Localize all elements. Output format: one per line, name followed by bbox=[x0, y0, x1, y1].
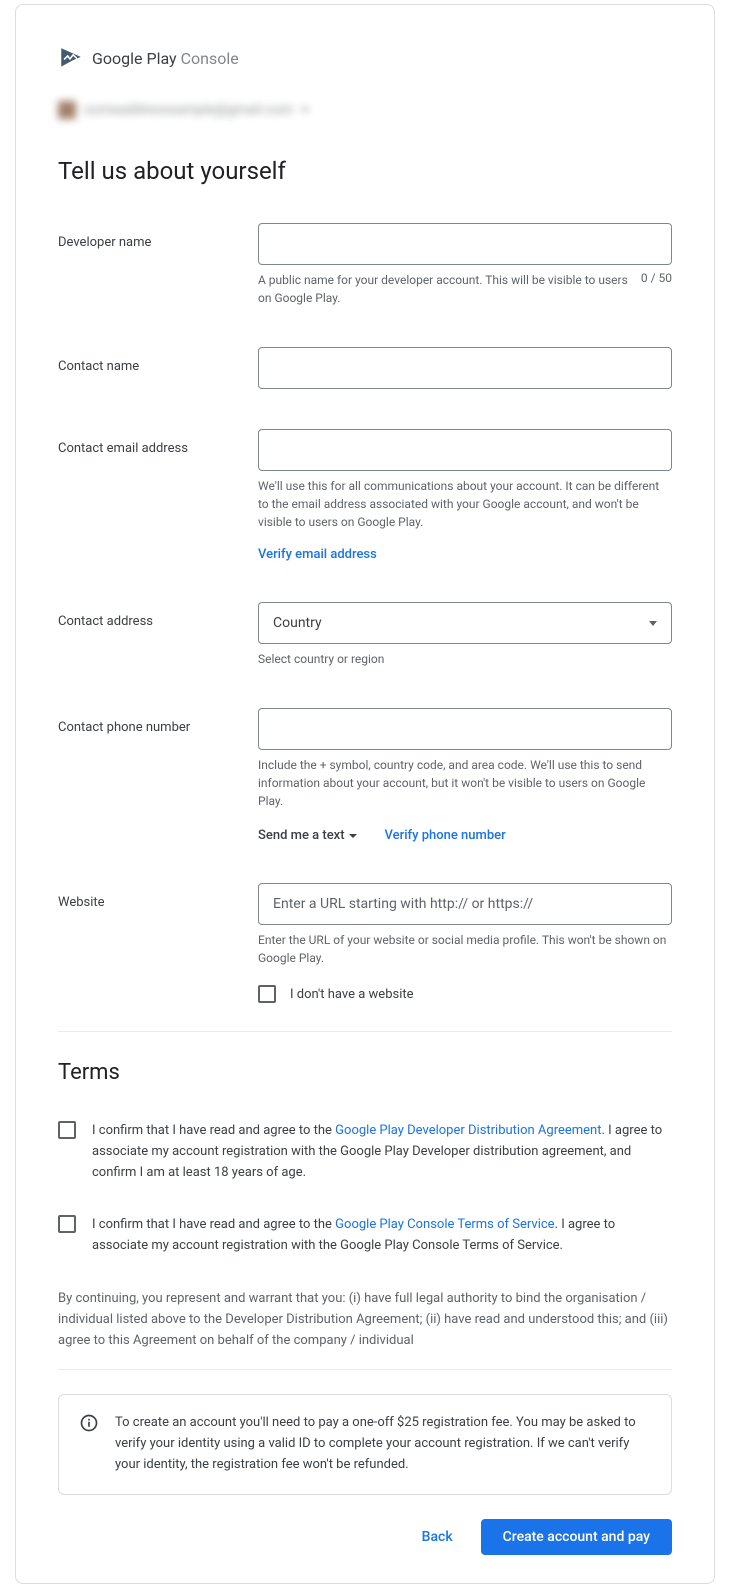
term-row-distribution: I confirm that I have read and agree to … bbox=[58, 1121, 672, 1183]
chevron-down-icon bbox=[649, 621, 657, 626]
verify-email-button[interactable]: Verify email address bbox=[258, 547, 377, 562]
legal-disclaimer: By continuing, you represent and warrant… bbox=[58, 1289, 672, 1351]
country-select[interactable]: Country bbox=[258, 602, 672, 644]
row-contact-email: Contact email address We'll use this for… bbox=[58, 429, 672, 562]
row-developer-name: Developer name A public name for your de… bbox=[58, 223, 672, 307]
divider bbox=[58, 1369, 672, 1370]
char-counter: 0 / 50 bbox=[641, 271, 672, 307]
term-checkbox-tos[interactable] bbox=[58, 1215, 76, 1233]
chevron-down-icon bbox=[301, 108, 309, 112]
contact-name-input[interactable] bbox=[258, 347, 672, 389]
term-text-distribution: I confirm that I have read and agree to … bbox=[92, 1121, 672, 1183]
helper-contact-email: We'll use this for all communications ab… bbox=[258, 477, 672, 531]
label-contact-email: Contact email address bbox=[58, 429, 258, 456]
label-developer-name: Developer name bbox=[58, 223, 258, 250]
no-website-label: I don't have a website bbox=[290, 987, 414, 1002]
helper-contact-phone: Include the + symbol, country code, and … bbox=[258, 756, 672, 810]
terms-heading: Terms bbox=[58, 1060, 672, 1085]
tos-link[interactable]: Google Play Console Terms of Service bbox=[335, 1217, 554, 1232]
developer-name-input[interactable] bbox=[258, 223, 672, 265]
label-contact-name: Contact name bbox=[58, 347, 258, 374]
label-website: Website bbox=[58, 883, 258, 910]
send-text-dropdown[interactable]: Send me a text bbox=[258, 828, 357, 843]
helper-contact-address: Select country or region bbox=[258, 650, 672, 668]
row-contact-name: Contact name bbox=[58, 347, 672, 389]
row-contact-phone: Contact phone number Include the + symbo… bbox=[58, 708, 672, 843]
brand-text: Google Play Console bbox=[92, 49, 239, 68]
label-contact-phone: Contact phone number bbox=[58, 708, 258, 735]
divider bbox=[58, 1031, 672, 1032]
chevron-down-icon bbox=[349, 834, 357, 838]
contact-phone-input[interactable] bbox=[258, 708, 672, 750]
page-title: Tell us about yourself bbox=[58, 157, 672, 185]
label-contact-address: Contact address bbox=[58, 602, 258, 629]
country-select-value: Country bbox=[273, 615, 322, 631]
helper-developer-name: A public name for your developer account… bbox=[258, 271, 629, 307]
avatar bbox=[58, 101, 76, 119]
helper-website: Enter the URL of your website or social … bbox=[258, 931, 672, 967]
brand-row: Google Play Console bbox=[58, 45, 672, 71]
play-console-icon bbox=[58, 45, 84, 71]
setup-card: Google Play Console someaddresssample@gm… bbox=[15, 4, 715, 1584]
account-selector[interactable]: someaddresssample@gmail.com bbox=[58, 101, 672, 119]
info-text: To create an account you'll need to pay … bbox=[115, 1413, 651, 1475]
info-box: To create an account you'll need to pay … bbox=[58, 1394, 672, 1494]
term-checkbox-distribution[interactable] bbox=[58, 1121, 76, 1139]
distribution-agreement-link[interactable]: Google Play Developer Distribution Agree… bbox=[335, 1123, 601, 1138]
term-row-tos: I confirm that I have read and agree to … bbox=[58, 1215, 672, 1257]
website-input[interactable] bbox=[258, 883, 672, 925]
info-icon bbox=[79, 1413, 99, 1433]
row-website: Website Enter the URL of your website or… bbox=[58, 883, 672, 1003]
row-contact-address: Contact address Country Select country o… bbox=[58, 602, 672, 668]
verify-phone-button[interactable]: Verify phone number bbox=[385, 828, 506, 843]
term-text-tos: I confirm that I have read and agree to … bbox=[92, 1215, 672, 1257]
no-website-checkbox[interactable] bbox=[258, 985, 276, 1003]
account-email: someaddresssample@gmail.com bbox=[84, 102, 293, 118]
contact-email-input[interactable] bbox=[258, 429, 672, 471]
